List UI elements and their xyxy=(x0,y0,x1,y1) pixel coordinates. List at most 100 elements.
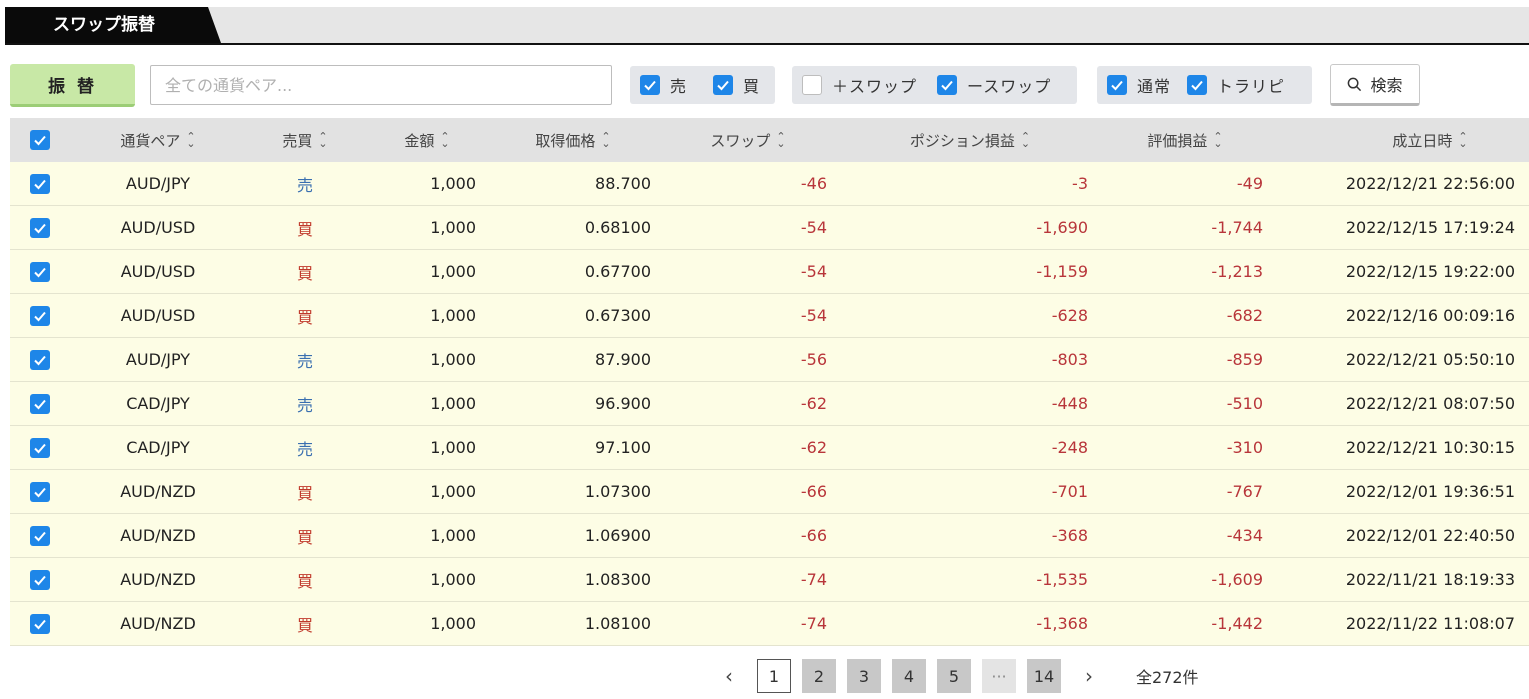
row-checkbox[interactable] xyxy=(30,162,50,205)
header-date[interactable]: 成立日時 ⌃ ⌄ xyxy=(1375,118,1485,162)
cell-eval-pl: -859 xyxy=(1226,350,1263,369)
table-body: AUD/JPY 売 1,000 88.700 -46 -3 -49 2022/12/21 22… xyxy=(10,162,1529,646)
page-2-button[interactable]: 2 xyxy=(802,659,836,693)
filter-normal[interactable]: 通常 xyxy=(1107,73,1171,97)
filter-buy-label: 買 xyxy=(743,77,761,96)
row-checkbox[interactable] xyxy=(30,382,50,425)
row-checkbox[interactable] xyxy=(30,602,50,645)
tab-swap-transfer[interactable]: スワップ振替 xyxy=(5,7,221,43)
next-page-button[interactable]: › xyxy=(1072,659,1106,693)
table-row[interactable]: AUD/JPY 売 1,000 87.900 -56 -803 -859 2022/12/21… xyxy=(10,338,1529,382)
row-checkbox[interactable] xyxy=(30,426,50,469)
check-icon[interactable] xyxy=(1187,75,1208,95)
cell-side: 買 xyxy=(296,483,313,503)
table-row[interactable]: CAD/JPY 売 1,000 97.100 -62 -248 -310 2022/12/21… xyxy=(10,426,1529,470)
sort-icon[interactable]: ⌃ ⌄ xyxy=(318,131,327,149)
table-row[interactable]: AUD/NZD 買 1,000 1.07300 -66 -701 -767 2022/12/0… xyxy=(10,470,1529,514)
filter-normal-label: 通常 xyxy=(1137,77,1172,96)
cell-amount: 1,000 xyxy=(430,526,476,545)
cell-eval-pl: -767 xyxy=(1226,482,1263,501)
cell-price: 0.67700 xyxy=(584,262,651,281)
check-icon[interactable] xyxy=(30,525,50,546)
table-row[interactable]: AUD/NZD 買 1,000 1.08300 -74 -1,535 -1,609 2022/… xyxy=(10,558,1529,602)
transfer-button[interactable]: 振 替 xyxy=(10,64,135,107)
header-position-pl[interactable]: ポジション損益 ⌃ ⌄ xyxy=(890,118,1050,162)
check-icon[interactable] xyxy=(1107,75,1127,95)
filter-minus-swap[interactable]: ースワップ xyxy=(937,73,1051,97)
filter-plus-swap[interactable]: ＋スワップ xyxy=(802,73,917,97)
cell-amount: 1,000 xyxy=(430,570,476,589)
cell-date: 2022/12/01 22:40:50 xyxy=(1345,526,1515,545)
currency-pair-input[interactable] xyxy=(150,65,612,105)
cell-date: 2022/12/21 22:56:00 xyxy=(1345,174,1515,193)
row-checkbox[interactable] xyxy=(30,470,50,513)
check-icon[interactable] xyxy=(30,305,50,326)
checkbox-empty-icon[interactable] xyxy=(802,75,822,95)
row-checkbox[interactable] xyxy=(30,514,50,557)
sort-icon[interactable]: ⌃ ⌄ xyxy=(776,131,785,149)
table-row[interactable]: AUD/JPY 売 1,000 88.700 -46 -3 -49 2022/12/21 22… xyxy=(10,162,1529,206)
filter-buy[interactable]: 買 xyxy=(713,73,760,97)
search-button[interactable]: 検索 xyxy=(1330,64,1420,106)
sort-icon[interactable]: ⌃ ⌄ xyxy=(1021,131,1030,149)
page-5-button[interactable]: 5 xyxy=(937,659,971,693)
sort-icon[interactable]: ⌃ ⌄ xyxy=(1458,131,1467,149)
check-icon[interactable] xyxy=(30,130,50,150)
cell-eval-pl: -1,213 xyxy=(1211,262,1263,281)
header-eval-pl[interactable]: 評価損益 ⌃ ⌄ xyxy=(1130,118,1240,162)
table-row[interactable]: AUD/NZD 買 1,000 1.06900 -66 -368 -434 2022/12/0… xyxy=(10,514,1529,558)
table-row[interactable]: CAD/JPY 売 1,000 96.900 -62 -448 -510 2022/12/21… xyxy=(10,382,1529,426)
prev-page-button[interactable]: ‹ xyxy=(712,659,746,693)
header-price[interactable]: 取得価格 ⌃ ⌄ xyxy=(515,118,631,162)
filter-sell[interactable]: 売 xyxy=(640,73,687,97)
filter-plus-swap-label: ＋スワップ xyxy=(832,77,918,96)
sort-icon[interactable]: ⌃ ⌄ xyxy=(440,131,449,149)
check-icon[interactable] xyxy=(713,75,734,95)
row-checkbox[interactable] xyxy=(30,558,50,601)
cell-amount: 1,000 xyxy=(430,218,476,237)
check-icon[interactable] xyxy=(30,613,50,634)
header-pair[interactable]: 通貨ペア ⌃ ⌄ xyxy=(98,118,218,162)
page-1-button[interactable]: 1 xyxy=(757,659,791,693)
row-checkbox[interactable] xyxy=(30,338,50,381)
check-icon[interactable] xyxy=(30,481,50,502)
page-last-button[interactable]: 14 xyxy=(1027,659,1061,693)
header-pair-label: 通貨ペア xyxy=(120,131,181,150)
cell-amount: 1,000 xyxy=(430,306,476,325)
check-icon[interactable] xyxy=(30,437,50,458)
table-row[interactable]: AUD/USD 買 1,000 0.67700 -54 -1,159 -1,213 2022/… xyxy=(10,250,1529,294)
table-row[interactable]: AUD/NZD 買 1,000 1.08100 -74 -1,368 -1,442 2022/… xyxy=(10,602,1529,646)
cell-eval-pl: -49 xyxy=(1236,174,1263,193)
sort-icon[interactable]: ⌃ ⌄ xyxy=(186,131,195,149)
cell-position-pl: -3 xyxy=(1072,174,1088,193)
page-4-button[interactable]: 4 xyxy=(892,659,926,693)
check-icon[interactable] xyxy=(30,393,50,414)
select-all-checkbox[interactable] xyxy=(30,118,50,162)
sort-icon[interactable]: ⌃ ⌄ xyxy=(601,131,610,149)
sort-icon[interactable]: ⌃ ⌄ xyxy=(1213,131,1222,149)
table-row[interactable]: AUD/USD 買 1,000 0.67300 -54 -628 -682 2022/12/1… xyxy=(10,294,1529,338)
cell-pair: AUD/JPY xyxy=(125,174,191,193)
header-side[interactable]: 売買 ⌃ ⌄ xyxy=(265,118,345,162)
check-icon[interactable] xyxy=(937,75,958,95)
cell-side: 買 xyxy=(296,615,313,635)
page-3-button[interactable]: 3 xyxy=(847,659,881,693)
filter-trailing[interactable]: トラリピ xyxy=(1187,73,1285,97)
cell-price: 0.68100 xyxy=(584,218,651,237)
check-icon[interactable] xyxy=(30,349,50,370)
check-icon[interactable] xyxy=(640,75,660,95)
cell-eval-pl: -1,744 xyxy=(1211,218,1263,237)
header-amount[interactable]: 金額 ⌃ ⌄ xyxy=(382,118,472,162)
row-checkbox[interactable] xyxy=(30,206,50,249)
cell-side: 売 xyxy=(296,175,313,195)
row-checkbox[interactable] xyxy=(30,294,50,337)
header-swap[interactable]: スワップ ⌃ ⌄ xyxy=(698,118,798,162)
check-icon[interactable] xyxy=(30,217,50,238)
row-checkbox[interactable] xyxy=(30,250,50,293)
cell-pair: CAD/JPY xyxy=(126,438,190,457)
check-icon[interactable] xyxy=(30,569,50,590)
cell-pair: AUD/NZD xyxy=(120,614,196,633)
check-icon[interactable] xyxy=(30,261,50,282)
table-row[interactable]: AUD/USD 買 1,000 0.68100 -54 -1,690 -1,744 2022/… xyxy=(10,206,1529,250)
check-icon[interactable] xyxy=(30,173,50,194)
